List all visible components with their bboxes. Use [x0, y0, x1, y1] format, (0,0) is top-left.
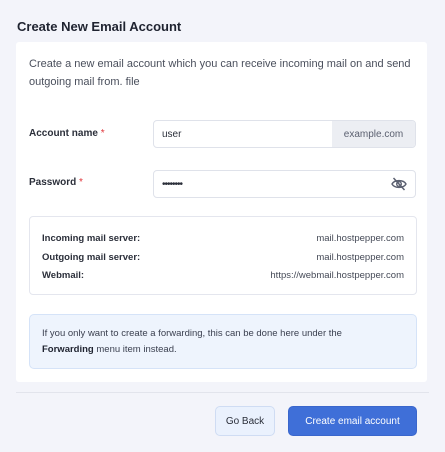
go-back-button[interactable]: Go Back [215, 406, 275, 436]
password-label: Password * [29, 177, 83, 188]
account-name-label-text: Account name [29, 128, 98, 139]
forwarding-info-notice: If you only want to create a forwarding,… [29, 314, 417, 369]
account-name-field: example.com [153, 120, 416, 148]
password-label-text: Password [29, 177, 77, 188]
server-info-box: Incoming mail server: mail.hostpepper.co… [29, 216, 417, 295]
required-mark: * [79, 177, 83, 188]
server-value: mail.hostpepper.com [316, 251, 404, 263]
server-value: mail.hostpepper.com [316, 232, 404, 244]
required-mark: * [100, 128, 105, 139]
form-description: Create a new email account which you can… [29, 58, 411, 88]
info-text-before: If you only want to create a forwarding,… [42, 328, 342, 339]
server-value: https://webmail.hostpepper.com [270, 269, 404, 281]
server-label: Outgoing mail server: [42, 251, 141, 263]
account-name-input[interactable] [154, 121, 334, 147]
domain-suffix: example.com [332, 121, 415, 147]
server-label: Incoming mail server: [42, 232, 141, 244]
forwarding-highlight: Forwarding [42, 344, 94, 355]
create-email-account-button[interactable]: Create email account [288, 406, 417, 436]
server-row-incoming: Incoming mail server: mail.hostpepper.co… [42, 231, 404, 245]
eye-slash-icon[interactable] [391, 177, 407, 191]
password-input[interactable] [154, 171, 384, 197]
server-row-outgoing: Outgoing mail server: mail.hostpepper.co… [42, 250, 404, 264]
server-row-webmail: Webmail: https://webmail.hostpepper.com [42, 268, 404, 282]
password-field [153, 170, 416, 198]
footer-divider [16, 392, 429, 393]
info-text-after: menu item instead. [93, 344, 177, 355]
form-card: Create a new email account which you can… [16, 42, 427, 382]
page-title: Create New Email Account [17, 19, 182, 34]
server-label: Webmail: [42, 269, 85, 281]
account-name-label: Account name * [29, 128, 105, 139]
